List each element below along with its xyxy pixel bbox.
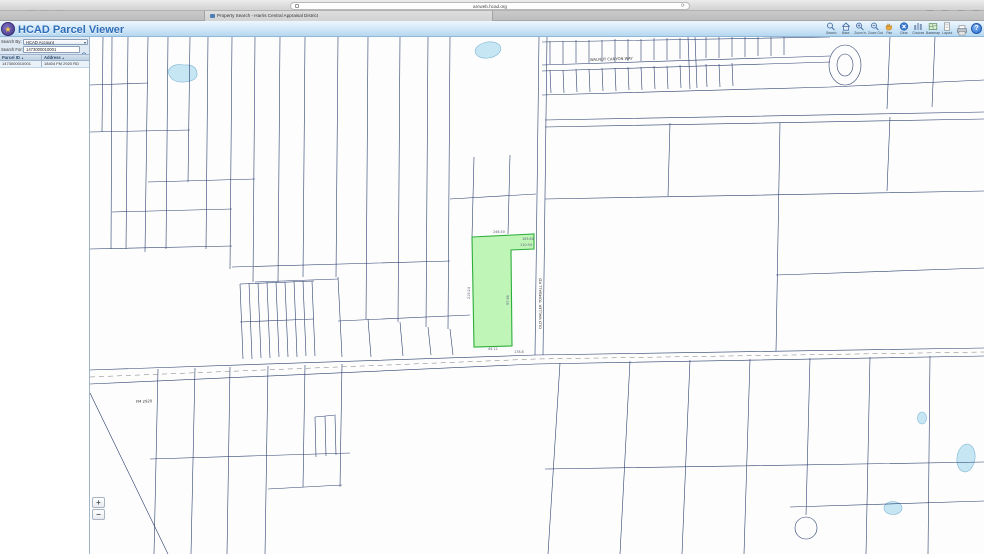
hcad-logo-icon: ★ bbox=[1, 22, 15, 36]
search-by-select[interactable]: HCAD Account ▾ bbox=[23, 39, 88, 46]
clear-tool-button[interactable]: Clear bbox=[897, 22, 911, 35]
dimension-label: 97.96 bbox=[506, 295, 510, 305]
search-for-label: Search For: bbox=[1, 47, 23, 52]
reload-icon[interactable]: ⟳ bbox=[681, 3, 685, 10]
tab-bar: Property Search - Harris Central Apprais… bbox=[0, 11, 984, 21]
pond-shapes bbox=[168, 40, 977, 515]
map-zoom-control: + − bbox=[92, 497, 105, 521]
results-grid: Parcel ID▲ Address▲ 1473000010001 18404 … bbox=[0, 54, 89, 68]
magnifier-plus-icon bbox=[855, 22, 865, 31]
zoom-in-tool-button[interactable]: Zoom In bbox=[854, 22, 868, 35]
search-go-button[interactable] bbox=[81, 46, 88, 53]
page-icon bbox=[942, 22, 952, 31]
dimension-label: 44.12 bbox=[488, 347, 498, 351]
parcel-map-canvas[interactable]: WALNUT CANYON WAY OLD WALLER TOMBALL RD … bbox=[90, 37, 984, 554]
basemap-tool-button[interactable]: Basemap bbox=[926, 22, 940, 35]
result-row[interactable]: 1473000010001 18404 FM 2920 RD bbox=[0, 61, 89, 68]
layout-tool-button[interactable]: Layout bbox=[941, 22, 955, 35]
browser-chrome: ▤ ‹ › arcweb.hcad.org ⟳ ◎ ⬆ + ⧉ bbox=[0, 0, 984, 11]
tab-favicon-icon bbox=[210, 14, 215, 19]
sort-asc-icon: ▲ bbox=[62, 56, 65, 60]
address-bar[interactable]: arcweb.hcad.org ⟳ bbox=[290, 2, 690, 10]
highlighted-parcel[interactable] bbox=[472, 234, 534, 347]
map-zoom-out-button[interactable]: − bbox=[92, 509, 105, 520]
street-label-fm-2920: FM 2920 bbox=[136, 398, 153, 404]
map-area[interactable]: WALNUT CANYON WAY OLD WALLER TOMBALL RD … bbox=[90, 37, 984, 554]
street-labels: WALNUT CANYON WAY OLD WALLER TOMBALL RD … bbox=[136, 56, 634, 404]
result-parcel-id: 1473000010001 bbox=[0, 61, 42, 67]
printer-icon bbox=[956, 25, 968, 36]
street-label-walnut-canyon: WALNUT CANYON WAY bbox=[590, 56, 634, 62]
column-header-parcel-id[interactable]: Parcel ID▲ bbox=[0, 55, 42, 60]
home-icon bbox=[841, 22, 851, 31]
hand-icon bbox=[884, 22, 894, 31]
search-input[interactable]: 1473000010001 bbox=[23, 46, 80, 53]
sort-asc-icon: ▲ bbox=[21, 56, 24, 60]
dimension-label: 246.50 bbox=[493, 230, 505, 234]
map-icon bbox=[928, 22, 938, 31]
column-header-address[interactable]: Address▲ bbox=[42, 55, 88, 60]
dimension-label: 105.80 bbox=[522, 237, 534, 241]
search-panel: Search By: HCAD Account ▾ Search For: 14… bbox=[0, 37, 89, 54]
search-tool-button[interactable]: Search bbox=[825, 22, 839, 35]
tab-title: Property Search - Harris Central Apprais… bbox=[217, 13, 318, 18]
zoom-out-tool-button[interactable]: Zoom Out bbox=[868, 22, 882, 35]
magnifier-minus-icon bbox=[870, 22, 880, 31]
map-toolbar: Search Base Zoom In Zoom Out Pan Clear C… bbox=[825, 22, 955, 35]
dimension-label: 219.24 bbox=[467, 287, 471, 299]
search-by-label: Search By: bbox=[1, 39, 23, 44]
pan-tool-button[interactable]: Pan bbox=[883, 22, 897, 35]
x-circle-icon bbox=[899, 22, 909, 31]
browser-tab[interactable]: Property Search - Harris Central Apprais… bbox=[204, 11, 493, 21]
sidebar: Search By: HCAD Account ▾ Search For: 14… bbox=[0, 37, 90, 554]
choices-tool-button[interactable]: Choices bbox=[912, 22, 926, 35]
base-extent-button[interactable]: Base bbox=[839, 22, 853, 35]
results-header: Parcel ID▲ Address▲ bbox=[0, 54, 89, 61]
columns-icon bbox=[913, 22, 923, 31]
chevron-down-icon: ▾ bbox=[84, 40, 86, 45]
page-title: HCAD Parcel Viewer bbox=[18, 24, 124, 36]
help-button[interactable]: ? bbox=[971, 23, 982, 34]
magnifier-icon bbox=[826, 22, 836, 31]
street-label-old-waller-tomball: OLD WALLER TOMBALL RD bbox=[538, 278, 543, 329]
site-security-icon bbox=[295, 4, 299, 8]
result-address: 18404 FM 2920 RD bbox=[42, 61, 88, 67]
map-zoom-in-button[interactable]: + bbox=[92, 497, 105, 508]
dimension-label: 178.8 bbox=[514, 350, 524, 354]
road-centerline bbox=[90, 352, 984, 377]
dimension-label: 110.94 bbox=[520, 243, 532, 247]
url-text: arcweb.hcad.org bbox=[473, 4, 507, 9]
